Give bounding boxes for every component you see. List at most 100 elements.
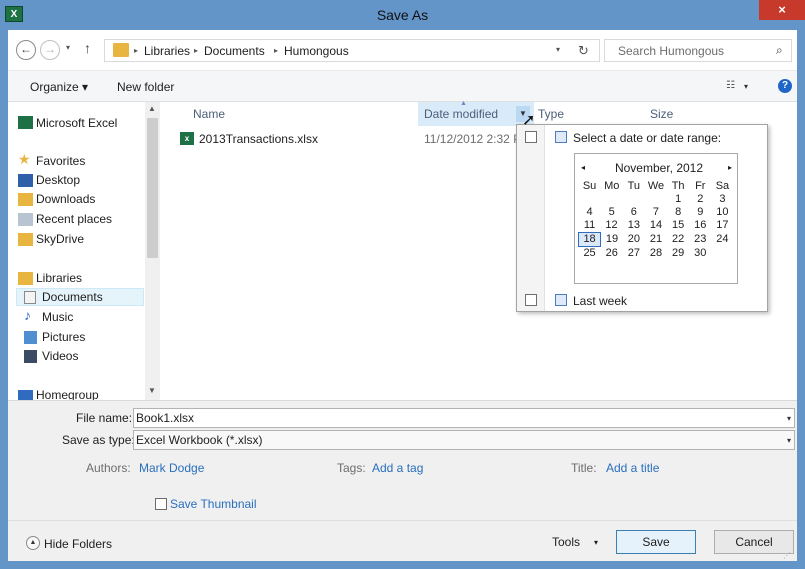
column-header-type[interactable]: Type xyxy=(538,107,564,121)
column-header-size[interactable]: Size xyxy=(650,107,673,121)
calendar-day[interactable]: 19 xyxy=(601,233,623,247)
calendar-day[interactable]: 30 xyxy=(689,247,711,261)
calendar-day[interactable]: 16 xyxy=(689,219,711,233)
organize-button[interactable]: Organize ▾ xyxy=(30,80,88,94)
calendar-day[interactable]: 1 xyxy=(667,193,689,206)
calendar-day[interactable]: 13 xyxy=(623,219,645,233)
last-week-label[interactable]: Last week xyxy=(573,294,627,308)
title-value[interactable]: Add a title xyxy=(606,461,659,475)
file-name-value[interactable]: Book1.xlsx xyxy=(136,411,194,425)
next-month-icon[interactable]: ▸ xyxy=(728,163,732,172)
address-dropdown-icon[interactable]: ▾ xyxy=(556,45,560,54)
calendar-day[interactable]: 28 xyxy=(645,247,667,261)
recent-locations-chevron-icon[interactable]: ▾ xyxy=(66,43,70,52)
calendar-day[interactable]: 12 xyxy=(601,219,623,233)
calendar-day[interactable]: 25 xyxy=(579,247,601,261)
calendar-day[interactable]: 14 xyxy=(645,219,667,233)
calendar-icon xyxy=(555,294,567,306)
nav-item-music[interactable]: Music xyxy=(42,310,73,324)
nav-item-videos[interactable]: Videos xyxy=(42,349,78,363)
new-folder-button[interactable]: New folder xyxy=(117,80,174,94)
nav-item-microsoft-excel[interactable]: Microsoft Excel xyxy=(36,116,117,130)
nav-item-recent-places[interactable]: Recent places xyxy=(36,212,112,226)
calendar-day[interactable]: 29 xyxy=(667,247,689,261)
calendar-day[interactable]: 4 xyxy=(579,206,601,219)
calendar-day[interactable]: 21 xyxy=(645,233,667,247)
hide-folders-button[interactable]: Hide Folders xyxy=(44,537,112,551)
forward-button[interactable]: → xyxy=(40,40,60,60)
scroll-up-icon[interactable]: ▲ xyxy=(148,104,156,113)
breadcrumb-separator-icon[interactable]: ▸ xyxy=(274,44,278,58)
nav-item-libraries[interactable]: Libraries xyxy=(36,271,82,285)
column-header-date-modified[interactable]: Date modified xyxy=(424,107,498,121)
file-name-input[interactable] xyxy=(133,408,795,428)
search-icon[interactable]: ⌕ xyxy=(776,43,783,58)
column-header-name[interactable]: Name xyxy=(193,107,225,121)
nav-item-favorites[interactable]: Favorites xyxy=(36,154,85,168)
calendar-day[interactable]: 5 xyxy=(601,206,623,219)
save-type-dropdown-icon[interactable]: ▾ xyxy=(787,436,791,445)
view-options-icon[interactable]: ☷ xyxy=(726,80,735,91)
tools-button[interactable]: Tools xyxy=(552,535,580,549)
last-week-checkbox[interactable] xyxy=(525,294,537,306)
view-dropdown-icon[interactable]: ▾ xyxy=(744,82,748,91)
date-range-checkbox[interactable] xyxy=(525,131,537,143)
calendar-day[interactable]: 27 xyxy=(623,247,645,261)
calendar-day[interactable]: 15 xyxy=(667,219,689,233)
calendar-day[interactable]: 9 xyxy=(689,206,711,219)
calendar-day[interactable] xyxy=(711,247,733,261)
breadcrumb-documents[interactable]: Documents xyxy=(204,44,265,58)
calendar-day[interactable]: 24 xyxy=(711,233,733,247)
date-range-label[interactable]: Select a date or date range: xyxy=(573,131,721,145)
calendar-month[interactable]: November, 2012 xyxy=(594,161,724,175)
back-button[interactable]: ← xyxy=(16,40,36,60)
nav-item-homegroup[interactable]: Homegroup xyxy=(36,388,99,400)
save-thumbnail-checkbox[interactable] xyxy=(155,498,167,510)
calendar-day[interactable]: 23 xyxy=(689,233,711,247)
calendar-day[interactable]: 3 xyxy=(711,193,733,206)
excel-app-icon[interactable]: X xyxy=(5,6,23,22)
calendar-day[interactable] xyxy=(645,193,667,206)
calendar-day[interactable]: 17 xyxy=(711,219,733,233)
file-name[interactable]: 2013Transactions.xlsx xyxy=(199,132,318,146)
up-arrow-icon[interactable]: ↑ xyxy=(84,40,91,56)
save-thumbnail-label[interactable]: Save Thumbnail xyxy=(170,497,257,511)
nav-scrollbar-thumb[interactable] xyxy=(147,118,158,258)
calendar-day-today[interactable]: 18 xyxy=(577,232,602,247)
calendar-day[interactable] xyxy=(579,193,601,206)
close-button[interactable]: × xyxy=(759,0,805,20)
calendar-day[interactable]: 11 xyxy=(579,219,601,233)
tools-dropdown-icon[interactable]: ▾ xyxy=(594,538,598,547)
file-name-dropdown-icon[interactable]: ▾ xyxy=(787,414,791,423)
calendar-day[interactable]: 26 xyxy=(601,247,623,261)
calendar-day[interactable] xyxy=(601,193,623,206)
nav-item-documents[interactable]: Documents xyxy=(42,290,103,304)
calendar-day[interactable]: 22 xyxy=(667,233,689,247)
nav-item-pictures[interactable]: Pictures xyxy=(42,330,85,344)
resize-grip-icon[interactable]: ⋰ xyxy=(783,551,791,560)
nav-item-downloads[interactable]: Downloads xyxy=(36,192,95,206)
calendar-day[interactable]: 2 xyxy=(689,193,711,206)
breadcrumb-humongous[interactable]: Humongous xyxy=(284,44,349,58)
save-type-value[interactable]: Excel Workbook (*.xlsx) xyxy=(136,433,262,447)
tags-value[interactable]: Add a tag xyxy=(372,461,423,475)
previous-month-icon[interactable]: ◂ xyxy=(581,163,585,172)
calendar-day[interactable]: 10 xyxy=(711,206,733,219)
calendar-day[interactable]: 20 xyxy=(623,233,645,247)
calendar-day[interactable]: 6 xyxy=(623,206,645,219)
authors-value[interactable]: Mark Dodge xyxy=(139,461,204,475)
hide-folders-icon[interactable]: ▲ xyxy=(26,536,40,550)
nav-item-desktop[interactable]: Desktop xyxy=(36,173,80,187)
calendar-day[interactable] xyxy=(623,193,645,206)
calendar-day[interactable]: 8 xyxy=(667,206,689,219)
breadcrumb-separator-icon[interactable]: ▸ xyxy=(194,44,198,58)
help-icon[interactable]: ? xyxy=(778,79,792,93)
breadcrumb-libraries[interactable]: Libraries xyxy=(144,44,190,58)
nav-item-skydrive[interactable]: SkyDrive xyxy=(36,232,84,246)
cancel-button[interactable]: Cancel xyxy=(714,530,794,554)
refresh-icon[interactable]: ↻ xyxy=(578,43,589,59)
calendar-day[interactable]: 7 xyxy=(645,206,667,219)
save-button[interactable]: Save xyxy=(616,530,696,554)
scroll-down-icon[interactable]: ▼ xyxy=(148,386,156,395)
breadcrumb-separator-icon[interactable]: ▸ xyxy=(134,44,138,58)
